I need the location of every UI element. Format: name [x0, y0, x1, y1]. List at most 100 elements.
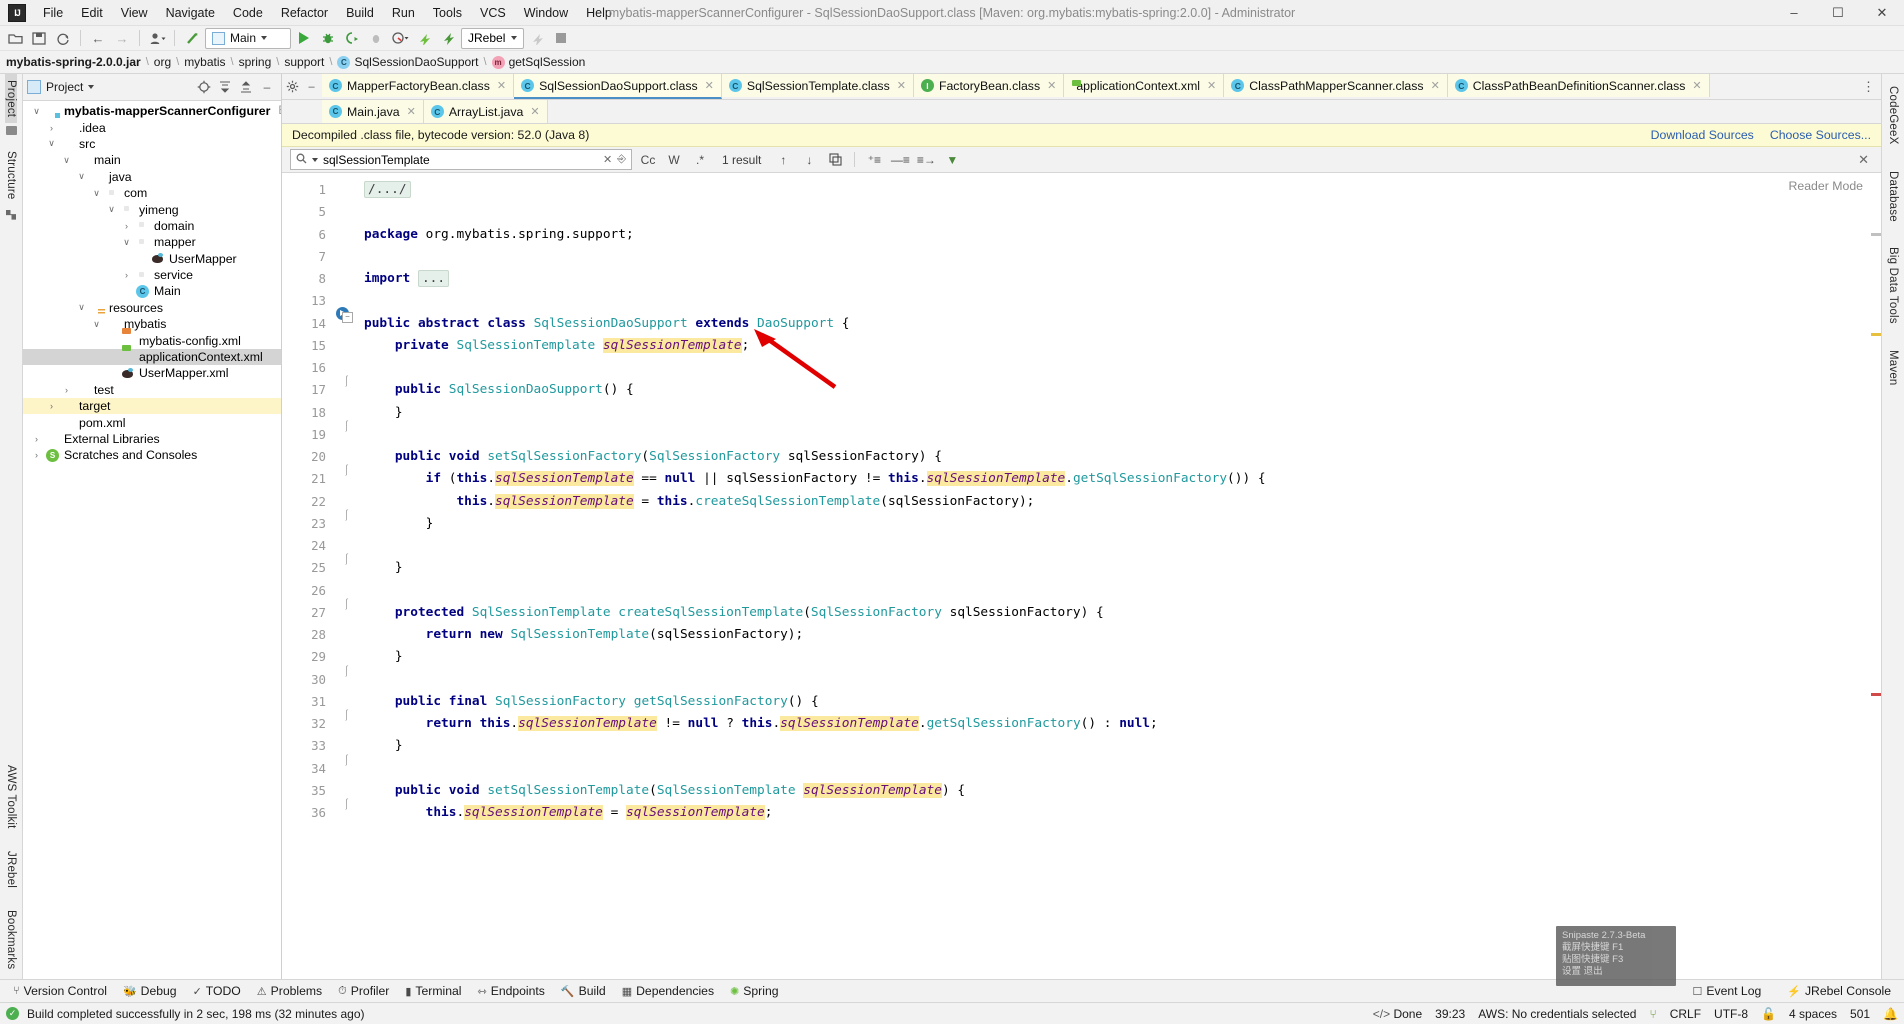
editor-tab-classpathmapperscanner-class[interactable]: C ClassPathMapperScanner.class ✕ — [1224, 74, 1448, 97]
rail-maven-button[interactable]: Maven — [1887, 342, 1899, 394]
tree-node-mapper[interactable]: ∨ mapper — [23, 234, 281, 250]
editor-tab-sqlsessiontemplate-class[interactable]: C SqlSessionTemplate.class ✕ — [721, 74, 914, 97]
code-line[interactable]: } — [364, 513, 1881, 535]
rail-database-button[interactable]: Database — [1887, 163, 1899, 230]
tree-expand-arrow[interactable]: › — [46, 123, 57, 133]
code-line[interactable] — [364, 424, 1881, 446]
reader-mode-label[interactable]: Reader Mode — [1788, 179, 1863, 193]
close-tab-icon[interactable]: ✕ — [1207, 79, 1216, 92]
menu-navigate[interactable]: Navigate — [157, 3, 224, 23]
run-button[interactable] — [293, 28, 315, 48]
breadcrumb-item-method[interactable]: m getSqlSession — [491, 55, 585, 69]
tree-node-java[interactable]: ∨ java — [23, 169, 281, 185]
tree-expand-arrow[interactable]: › — [61, 385, 72, 395]
editor-settings-icon[interactable] — [284, 78, 301, 95]
debug-button[interactable] — [317, 28, 339, 48]
clear-search-icon[interactable]: ✕ — [603, 153, 612, 166]
tree-node-mybatis-mapperscannerconfigurer[interactable]: ∨ mybatis-mapperScannerConfigurer E:\mybat… — [23, 103, 281, 119]
tool-todo[interactable]: ✓ TODO — [186, 982, 248, 1000]
menu-help[interactable]: Help — [577, 3, 621, 23]
aws-credentials-status[interactable]: AWS: No credentials selected — [1478, 1007, 1636, 1021]
editor-tabs-2[interactable]: C Main.java ✕ C ArrayList.java ✕ — [322, 100, 1881, 123]
editor-tab-mapperfactorybean-class[interactable]: C MapperFactoryBean.class ✕ — [322, 74, 515, 97]
fold-brace-9[interactable]: ⎰ — [341, 752, 352, 768]
code-editor[interactable]: 1 5 6 7 8 13 14 15 16 17 18 19 20 21 22 23 24 25 26 27 28 29 3… — [282, 173, 1881, 979]
tree-expand-arrow[interactable]: ∨ — [46, 138, 57, 149]
tool-endpoints[interactable]: ⇿ Endpoints — [470, 982, 551, 1000]
tree-expand-arrow[interactable]: › — [31, 434, 42, 444]
tree-expand-arrow[interactable]: ∨ — [91, 188, 102, 199]
stop-button[interactable] — [550, 28, 572, 48]
caret-position[interactable]: 39:23 — [1435, 1007, 1465, 1021]
tree-node-src[interactable]: ∨ src — [23, 136, 281, 152]
editor-tab-main-java[interactable]: C Main.java ✕ — [322, 100, 424, 123]
search-history-chevron-icon[interactable] — [312, 157, 318, 162]
code-line[interactable]: } — [364, 402, 1881, 424]
hide-editor-icon[interactable]: – — [303, 78, 320, 95]
tree-node-target[interactable]: › target — [23, 398, 281, 415]
fold-brace-1[interactable]: ⎰ — [341, 373, 352, 389]
code-line[interactable]: if (this.sqlSessionTemplate == null || s… — [364, 468, 1881, 490]
folded-imports[interactable]: ... — [417, 270, 450, 287]
lock-icon[interactable]: 🔓 — [1761, 1007, 1776, 1021]
menu-build[interactable]: Build — [337, 3, 383, 23]
jrebel-selector[interactable]: JRebel — [461, 27, 525, 49]
tree-expand-arrow[interactable]: ∨ — [76, 171, 87, 182]
code-content[interactable]: /.../ package org.mybatis.spring.support… — [358, 173, 1881, 979]
code-line[interactable] — [364, 201, 1881, 223]
rail-jrebel-button[interactable]: JRebel — [5, 845, 17, 894]
code-line[interactable]: return new SqlSessionTemplate(sqlSession… — [364, 624, 1881, 646]
rail-project-button[interactable]: Project — [5, 74, 17, 124]
code-line[interactable]: this.sqlSessionTemplate = sqlSessionTemp… — [364, 802, 1881, 824]
tree-expand-arrow[interactable]: › — [121, 221, 132, 231]
code-line[interactable]: this.sqlSessionTemplate = this.createSql… — [364, 491, 1881, 513]
fold-brace-10[interactable]: ⎰ — [341, 796, 352, 812]
rail-bigdata-button[interactable]: Big Data Tools — [1887, 239, 1899, 332]
search-filter-icon[interactable]: ⎆ — [617, 153, 626, 166]
file-encoding[interactable]: UTF-8 — [1714, 1007, 1748, 1021]
tree-expand-arrow[interactable]: › — [31, 450, 42, 460]
tool-debug[interactable]: 🐝 Debug — [116, 982, 184, 1000]
code-line[interactable]: } — [364, 735, 1881, 757]
indent-setting[interactable]: 4 spaces — [1789, 1007, 1837, 1021]
breadcrumb-item-mybatis[interactable]: mybatis — [184, 55, 225, 69]
expand-all-icon[interactable] — [215, 77, 235, 97]
filter-search-icon[interactable]: ▼ — [942, 150, 962, 169]
breadcrumb-item-jar[interactable]: mybatis-spring-2.0.0.jar — [6, 55, 141, 69]
code-line[interactable]: public void setSqlSessionTemplate(SqlSes… — [364, 780, 1881, 802]
fold-brace-8[interactable]: ⎰ — [341, 707, 352, 723]
line-separator[interactable]: CRLF — [1670, 1007, 1701, 1021]
tree-node-yimeng[interactable]: ∨ yimeng — [23, 201, 281, 217]
tool-jrebel-console[interactable]: ⚡ JRebel Console — [1780, 982, 1898, 1000]
tool-terminal[interactable]: ▮ Terminal — [398, 982, 468, 1000]
save-all-icon[interactable] — [28, 28, 50, 48]
tree-node-pom-xml[interactable]: pom.xml — [23, 414, 281, 430]
tree-node-domain[interactable]: › domain — [23, 218, 281, 234]
tree-node-usermapper[interactable]: UserMapper — [23, 251, 281, 267]
snipaste-popup[interactable]: Snipaste 2.7.3-Beta 截屏快捷键 F1 贴图快捷键 F3 设置… — [1556, 926, 1676, 986]
menu-view[interactable]: View — [112, 3, 157, 23]
rail-codegeex-button[interactable]: CodeGeeX — [1887, 78, 1899, 153]
hide-panel-icon[interactable]: – — [257, 77, 277, 97]
project-view-chevron-icon[interactable] — [88, 85, 95, 89]
memory-indicator[interactable]: 501 — [1850, 1007, 1870, 1021]
tree-node-mybatis[interactable]: ∨ mybatis — [23, 316, 281, 332]
close-tab-icon[interactable]: ✕ — [705, 79, 714, 92]
code-line[interactable]: return this.sqlSessionTemplate != null ?… — [364, 713, 1881, 735]
tree-node-main[interactable]: C Main — [23, 283, 281, 299]
rail-aws-button[interactable]: AWS Toolkit — [5, 759, 17, 835]
tool-dependencies[interactable]: ▦ Dependencies — [615, 982, 721, 1000]
words-button[interactable]: W — [664, 150, 684, 169]
update-project-icon[interactable] — [181, 28, 203, 48]
tree-node-main[interactable]: ∨ main — [23, 152, 281, 168]
editor-gutter[interactable]: − ⎰ ⎰ ⎰ ⎰ ⎰ ⎰ ⎰ ⎰ ⎰ ⎰ — [332, 173, 358, 979]
code-line[interactable]: protected SqlSessionTemplate createSqlSe… — [364, 602, 1881, 624]
match-case-button[interactable]: Cc — [638, 150, 658, 169]
close-button[interactable]: ✕ — [1860, 1, 1904, 25]
git-branch-icon[interactable]: ⑂ — [1649, 1007, 1656, 1021]
notifications-icon[interactable]: 🔔 — [1883, 1007, 1898, 1021]
tool-version-control[interactable]: ⑂ Version Control — [6, 982, 114, 1000]
tree-expand-arrow[interactable]: › — [121, 270, 132, 280]
select-all-occurrences-button[interactable] — [825, 150, 845, 169]
fold-brace-7[interactable]: ⎰ — [341, 663, 352, 679]
